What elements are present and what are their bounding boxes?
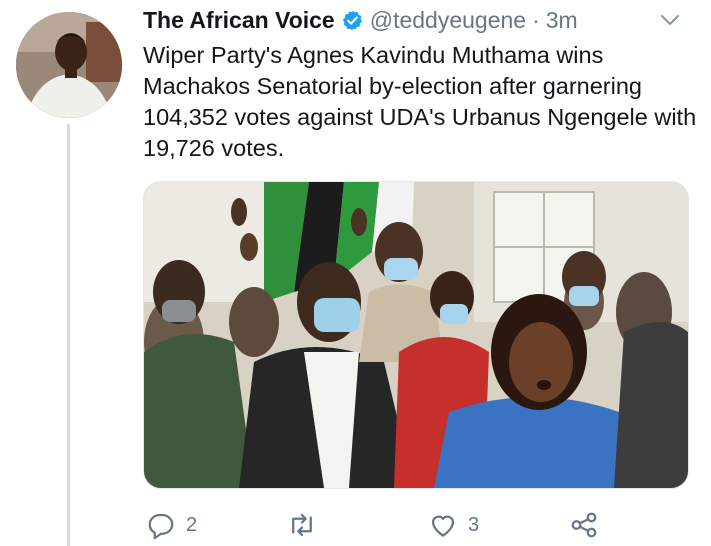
action-bar: 2 3 [0, 510, 711, 546]
thread-line [67, 124, 70, 546]
avatar-image [16, 12, 122, 118]
reply-icon [148, 513, 174, 540]
like-button[interactable]: 3 [428, 510, 479, 540]
verified-badge-icon [342, 9, 362, 31]
share-button[interactable] [569, 510, 599, 540]
tweet-header: The African Voice @teddyeugene · 3m [143, 4, 578, 36]
chevron-down-icon[interactable] [658, 8, 682, 32]
display-name[interactable]: The African Voice [143, 7, 335, 34]
like-count: 3 [468, 513, 480, 536]
share-icon [571, 512, 597, 538]
handle[interactable]: @teddyeugene [370, 7, 526, 34]
heart-icon [431, 515, 455, 537]
retweet-icon [292, 513, 312, 537]
timestamp[interactable]: 3m [546, 7, 578, 34]
retweet-button[interactable] [287, 510, 327, 540]
separator-dot: · [532, 6, 540, 33]
avatar[interactable] [16, 12, 122, 118]
photo-image [144, 182, 688, 488]
reply-count: 2 [186, 513, 198, 536]
tweet-text: Wiper Party's Agnes Kavindu Muthama wins… [143, 42, 697, 161]
reply-button[interactable]: 2 [146, 510, 197, 540]
tweet-photo[interactable] [143, 181, 689, 489]
